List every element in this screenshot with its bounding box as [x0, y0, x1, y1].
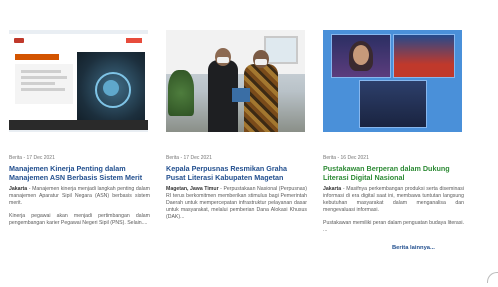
news-location: Jakarta — [9, 186, 28, 192]
news-location: Jakarta — [323, 186, 342, 192]
video-tile — [359, 80, 427, 128]
news-meta: Berita - 17 Dec 2021 — [9, 155, 55, 161]
video-tile — [331, 34, 391, 78]
video-call-grid — [331, 34, 455, 128]
news-card: Berita - 17 Dec 2021 Manajemen Kinerja P… — [9, 0, 159, 227]
logo-icon — [14, 38, 24, 43]
news-thumbnail[interactable] — [9, 30, 148, 132]
logo-icon — [126, 38, 142, 43]
plant-image — [168, 70, 194, 116]
news-excerpt-text: - Manajemen kinerja menjadi langkah pent… — [9, 186, 150, 206]
news-excerpt: Jakarta - Manajemen kinerja menjadi lang… — [9, 186, 150, 207]
news-meta: Berita - 17 Dec 2021 — [166, 155, 212, 161]
news-excerpt: Jakarta - Masifnya perkembangan produksi… — [323, 186, 464, 214]
book-image — [232, 88, 250, 102]
news-title[interactable]: Kepala Perpusnas Resmikan Graha Pusat Li… — [166, 164, 308, 182]
news-excerpt-2: Pustakawan memiliki peran dalam penguata… — [323, 220, 465, 233]
news-title[interactable]: Manajemen Kinerja Penting dalam Manajeme… — [9, 164, 151, 182]
video-toolbar — [9, 120, 148, 130]
news-location: Magetan, Jawa Timur — [166, 186, 219, 192]
news-title[interactable]: Pustakawan Berperan dalam Dukung Literas… — [323, 164, 465, 182]
news-excerpt-text: - Masifnya perkembangan produksi serta d… — [323, 186, 464, 213]
scroll-corner-icon — [487, 272, 498, 283]
news-thumbnail[interactable] — [166, 30, 305, 132]
news-excerpt-2: Kinerja pegawai akan menjadi pertimbanga… — [9, 213, 150, 226]
news-card: Berita - 17 Dec 2021 Kepala Perpusnas Re… — [166, 0, 316, 221]
slide-text-panel — [15, 64, 73, 104]
window-image — [264, 36, 298, 64]
slide-title-bar — [15, 54, 59, 60]
slide-graphic-panel — [77, 52, 145, 130]
video-tile — [393, 34, 455, 78]
news-excerpt: Magetan, Jawa Timur - Perpustakaan Nasio… — [166, 186, 307, 221]
more-news-link[interactable]: Berita lainnya... — [392, 245, 435, 251]
news-meta: Berita - 16 Dec 2021 — [323, 155, 369, 161]
news-thumbnail[interactable] — [323, 30, 462, 132]
news-card: Berita - 16 Dec 2021 Pustakawan Berperan… — [323, 0, 473, 234]
presentation-slide-image — [9, 34, 148, 130]
